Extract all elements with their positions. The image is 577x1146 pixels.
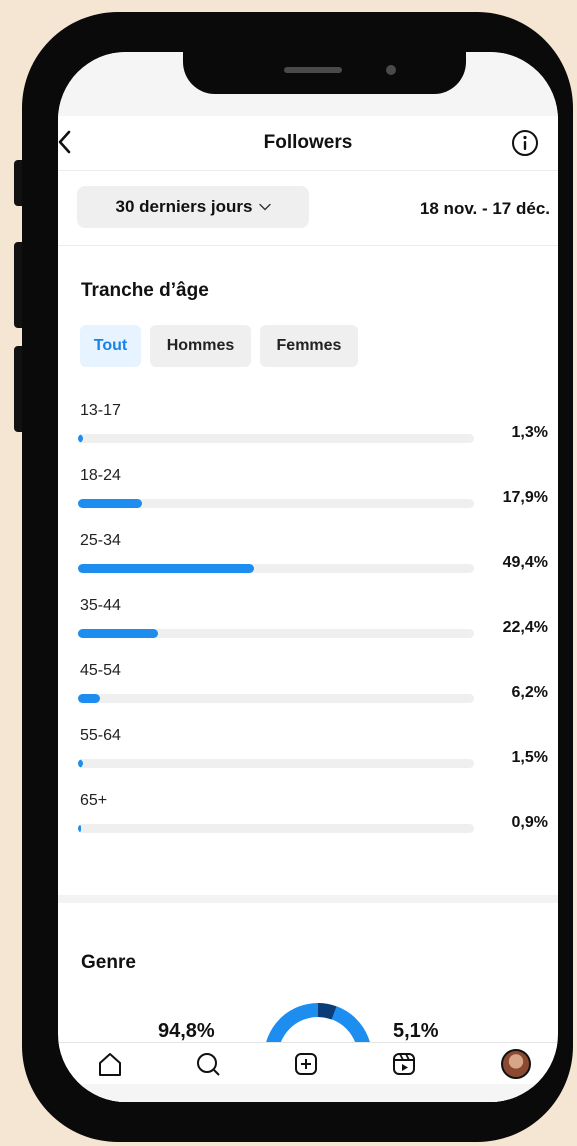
home-indicator-area: [58, 1084, 558, 1102]
age-percentage: 0,9%: [511, 814, 548, 831]
info-icon[interactable]: [510, 128, 540, 158]
age-row: 55-64 1,5%: [58, 727, 558, 787]
period-dropdown[interactable]: 30 derniers jours: [77, 186, 309, 228]
age-bar-fill: [78, 499, 142, 508]
front-camera: [386, 65, 396, 75]
filter-femmes-button[interactable]: Femmes: [260, 325, 358, 367]
age-range-label: 18-24: [80, 467, 121, 484]
filter-hommes-button[interactable]: Hommes: [150, 325, 251, 367]
age-percentage: 17,9%: [502, 489, 548, 506]
phone-frame: Followers 30 derniers jours 18 nov. - 17…: [22, 12, 573, 1142]
date-range: 18 nov. - 17 déc.: [419, 199, 550, 218]
age-range-label: 35-44: [80, 597, 121, 614]
profile-avatar[interactable]: [501, 1049, 531, 1079]
age-bar-fill: [78, 694, 101, 703]
home-icon[interactable]: [97, 1051, 123, 1077]
age-bar-track: [78, 434, 474, 443]
gender-section-title: Genre: [81, 952, 136, 973]
gender-right-value: 5,1%: [393, 1020, 439, 1042]
create-icon[interactable]: [293, 1051, 319, 1077]
age-percentage: 1,5%: [511, 749, 548, 766]
age-percentage: 1,3%: [511, 424, 548, 441]
header-bar: Followers: [58, 116, 558, 171]
phone-screen: Followers 30 derniers jours 18 nov. - 17…: [58, 52, 558, 1102]
period-dropdown-label: 30 derniers jours: [115, 197, 253, 216]
age-percentage: 22,4%: [502, 619, 548, 636]
age-row: 25-34 49,4%: [58, 532, 558, 592]
page-title: Followers: [263, 132, 353, 153]
gender-left-value: 94,8%: [158, 1020, 215, 1042]
age-row: 18-24 17,9%: [58, 467, 558, 527]
age-bar-track: [78, 759, 474, 768]
age-range-label: 45-54: [80, 662, 121, 679]
age-row: 13-17 1,3%: [58, 402, 558, 462]
age-row: 35-44 22,4%: [58, 597, 558, 657]
filter-tout-label: Tout: [93, 337, 128, 354]
age-bar-track: [78, 564, 474, 573]
age-range-label: 65+: [80, 792, 108, 809]
donut-minor-segment: [317, 1003, 337, 1020]
age-range-label: 25-34: [80, 532, 121, 549]
search-icon[interactable]: [195, 1051, 221, 1077]
chevron-down-icon: [258, 203, 271, 211]
age-row: 65+ 0,9%: [58, 792, 558, 852]
age-bar-track: [78, 694, 474, 703]
age-bar-fill: [78, 434, 83, 443]
speaker-grille: [284, 67, 342, 73]
age-range-label: 13-17: [80, 402, 121, 419]
age-bar-fill: [78, 759, 84, 768]
age-bar-fill: [78, 824, 82, 833]
age-percentage: 49,4%: [502, 554, 548, 571]
filter-femmes-label: Femmes: [276, 337, 342, 354]
reels-icon[interactable]: [391, 1051, 417, 1077]
age-bar-track: [78, 824, 474, 833]
filter-hommes-label: Hommes: [166, 337, 235, 354]
age-bar-fill: [78, 629, 158, 638]
period-row: 30 derniers jours 18 nov. - 17 déc.: [58, 171, 558, 246]
filter-tout-button[interactable]: Tout: [80, 325, 141, 367]
age-row: 45-54 6,2%: [58, 662, 558, 722]
age-bar-track: [78, 629, 474, 638]
section-divider: [58, 895, 558, 903]
age-bar-track: [78, 499, 474, 508]
age-bar-fill: [78, 564, 255, 573]
age-percentage: 6,2%: [511, 684, 548, 701]
age-section-title: Tranche d’âge: [81, 280, 209, 301]
notch: [183, 52, 466, 94]
age-range-label: 55-64: [80, 727, 121, 744]
